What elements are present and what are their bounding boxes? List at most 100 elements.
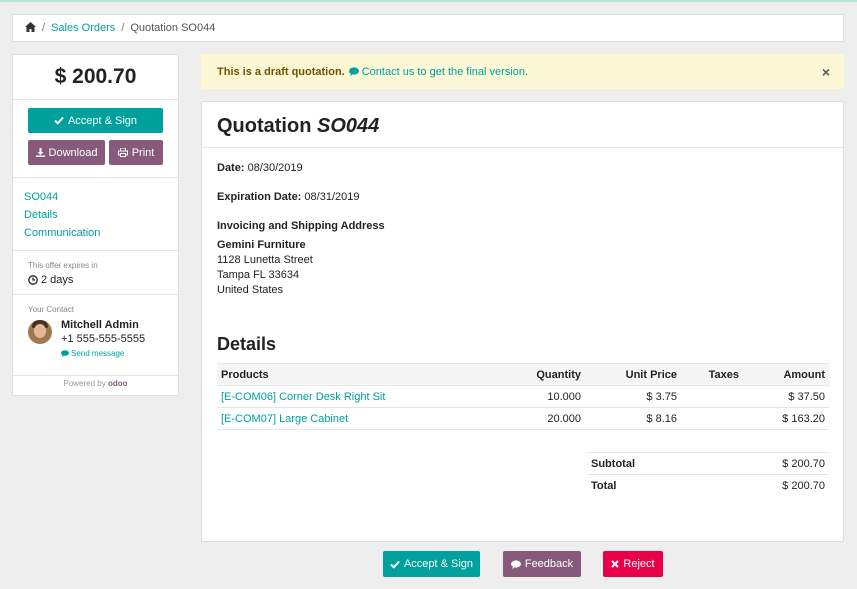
print-icon (117, 148, 128, 157)
your-contact: Your Contact Mitchell Admin +1 555-555-5… (13, 295, 178, 376)
col-taxes: Taxes (681, 363, 743, 386)
line-amount: $ 163.20 (743, 407, 829, 430)
offer-expiry: This offer expires in 2 days (13, 251, 178, 295)
bottom-actions: Accept & Sign Feedback Reject (0, 551, 857, 577)
date-label: Date: (217, 162, 245, 174)
page-title: Quotation SO044 (202, 102, 843, 148)
subtotal-value: $ 200.70 (782, 457, 825, 470)
accept-sign-label: Accept & Sign (403, 558, 474, 570)
line-unit-price: $ 3.75 (585, 385, 681, 408)
powered-by-label: Powered by (63, 379, 106, 388)
quotation-body: Date: 08/30/2019 Expiration Date: 08/31/… (202, 148, 843, 510)
expiry-value: 2 days (41, 274, 74, 286)
contact-label: Your Contact (28, 305, 74, 314)
contact-us-link[interactable]: Contact us to get the final version. (348, 65, 529, 78)
col-products: Products (217, 363, 507, 386)
details-heading: Details (217, 334, 277, 354)
feedback-label: Feedback (524, 558, 574, 570)
sidebar-nav-communication[interactable]: Communication (24, 224, 167, 242)
avatar (28, 320, 52, 344)
line-quantity: 20.000 (507, 407, 585, 430)
subtotal-label: Subtotal (591, 457, 635, 470)
reject-label: Reject (623, 558, 655, 570)
send-message-label: Send message (71, 349, 125, 358)
table-row: [E-COM06] Corner Desk Right Sit 10.000 $… (217, 385, 829, 408)
download-button[interactable]: Download (28, 140, 105, 165)
contact-info: Mitchell Admin +1 555-555-5555 Send mess… (61, 318, 145, 358)
download-icon (35, 148, 45, 157)
expiration-date-label: Expiration Date: (217, 191, 302, 203)
table-header-row: Products Quantity Unit Price Taxes Amoun… (217, 363, 829, 386)
quotation-card: Quotation SO044 Date: 08/30/2019 Expirat… (201, 101, 844, 542)
close-icon[interactable]: × (822, 64, 830, 80)
line-taxes (681, 385, 743, 408)
expiry-value-row: 2 days (28, 274, 163, 286)
line-unit-price: $ 8.16 (585, 407, 681, 430)
total-row: Total $ 200.70 (587, 474, 829, 496)
contact-us-label: Contact us to get the final version. (361, 65, 529, 78)
address-country: United States (217, 284, 284, 296)
print-button[interactable]: Print (109, 140, 163, 165)
line-quantity: 10.000 (507, 385, 585, 408)
top-accent-line (0, 0, 857, 2)
download-label: Download (48, 146, 98, 159)
draft-alert-text: This is a draft quotation. (217, 65, 345, 78)
send-message-link[interactable]: Send message (61, 349, 145, 358)
contact-row: Mitchell Admin +1 555-555-5555 Send mess… (28, 318, 163, 358)
table-row: [E-COM07] Large Cabinet 20.000 $ 8.16 $ … (217, 407, 829, 430)
quotation-sidebar: $ 200.70 Accept & Sign Download Print SO… (12, 54, 179, 396)
sidebar-actions: Accept & Sign Download Print (13, 100, 178, 178)
quotation-number: SO044 (317, 115, 380, 137)
breadcrumb-separator: / (42, 22, 46, 34)
product-link[interactable]: [E-COM07] Large Cabinet (221, 413, 348, 425)
odoo-logo[interactable]: odoo (108, 379, 128, 388)
breadcrumb-separator: / (121, 22, 125, 34)
expiry-label: This offer expires in (28, 261, 98, 270)
sidebar-total-amount: $ 200.70 (13, 55, 178, 100)
line-taxes (681, 407, 743, 430)
breadcrumb: / Sales Orders / Quotation SO044 (12, 14, 844, 42)
expiration-date-value: 08/31/2019 (304, 191, 360, 203)
close-icon (611, 560, 620, 568)
contact-phone: +1 555-555-5555 (61, 333, 146, 345)
subtotal-row: Subtotal $ 200.70 (587, 452, 829, 474)
sidebar-nav: SO044 Details Communication (13, 178, 178, 251)
title-prefix: Quotation (217, 115, 312, 137)
sidebar-accept-sign-button[interactable]: Accept & Sign (28, 108, 163, 133)
total-label: Total (591, 479, 617, 492)
draft-alert: This is a draft quotation. Contact us to… (201, 54, 844, 89)
accept-sign-button[interactable]: Accept & Sign (383, 551, 480, 577)
total-value: $ 200.70 (782, 479, 825, 492)
clock-icon (28, 275, 38, 285)
address-street: 1128 Lunetta Street (217, 254, 313, 266)
powered-by: Powered by odoo (13, 376, 178, 388)
expiration-date-field: Expiration Date: 08/31/2019 (217, 191, 828, 203)
comment-icon (61, 350, 69, 357)
comment-icon (510, 559, 521, 569)
feedback-button[interactable]: Feedback (503, 551, 581, 577)
date-field: Date: 08/30/2019 (217, 162, 828, 174)
print-label: Print (131, 146, 155, 159)
breadcrumb-current: Quotation SO044 (130, 22, 216, 34)
totals-block: Subtotal $ 200.70 Total $ 200.70 (587, 452, 829, 496)
product-link[interactable]: [E-COM06] Corner Desk Right Sit (221, 391, 385, 403)
breadcrumb-sales-orders[interactable]: Sales Orders (51, 22, 115, 34)
order-lines-table: Products Quantity Unit Price Taxes Amoun… (217, 363, 829, 430)
col-unit-price: Unit Price (585, 363, 681, 386)
comment-icon (348, 67, 359, 76)
check-icon (54, 116, 64, 125)
address-title: Invoicing and Shipping Address (217, 220, 385, 232)
contact-name: Mitchell Admin (61, 319, 139, 331)
col-quantity: Quantity (507, 363, 585, 386)
col-amount: Amount (743, 363, 829, 386)
address-company: Gemini Furniture (217, 239, 306, 251)
address-city: Tampa FL 33634 (217, 269, 300, 281)
line-amount: $ 37.50 (743, 385, 829, 408)
check-icon (390, 560, 400, 569)
reject-button[interactable]: Reject (603, 551, 663, 577)
sidebar-nav-so044[interactable]: SO044 (24, 188, 167, 206)
sidebar-nav-details[interactable]: Details (24, 206, 167, 224)
date-value: 08/30/2019 (247, 162, 303, 174)
sidebar-accept-sign-label: Accept & Sign (67, 114, 138, 127)
home-icon[interactable] (25, 21, 36, 35)
